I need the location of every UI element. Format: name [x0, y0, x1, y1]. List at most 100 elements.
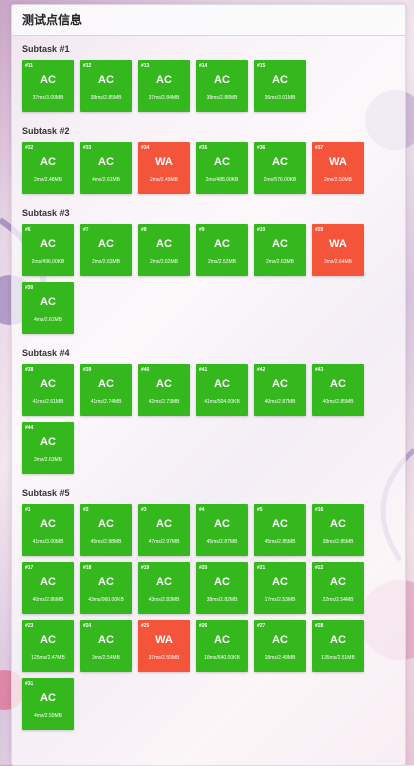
test-case-tile[interactable]: #20 AC 38ms/2.82MB [196, 562, 248, 614]
test-case-status: AC [98, 156, 114, 168]
test-case-tile[interactable]: #30 AC 4ms/2.61MB [22, 282, 74, 334]
test-case-time-memory: 41ms/3.00MB [32, 539, 64, 545]
test-case-id: #42 [257, 367, 266, 373]
test-case-tile[interactable]: #9 AC 2ms/2.52MB [196, 224, 248, 276]
test-case-tile[interactable]: #24 AC 3ms/2.54MB [80, 620, 132, 672]
test-case-time-memory: 40ms/2.85MB [322, 399, 354, 405]
test-case-tile[interactable]: #23 AC 125ms/2.47MB [22, 620, 74, 672]
test-case-tile[interactable]: #37 WA 2ms/2.50MB [312, 142, 364, 194]
test-case-id: #31 [25, 681, 34, 687]
test-case-tile[interactable]: #41 AC 41ms/504.00KB [196, 364, 248, 416]
test-case-id: #41 [199, 367, 208, 373]
test-case-id: #30 [25, 285, 34, 291]
test-case-id: #10 [257, 227, 266, 233]
test-case-status: AC [214, 634, 230, 646]
subtask-section: Subtask #2 #32 AC 2ms/2.48MB #33 AC 4ms/2.61MB… [22, 126, 405, 200]
test-case-id: #9 [199, 227, 205, 233]
test-case-tile[interactable]: #19 AC 43ms/2.83MB [138, 562, 190, 614]
test-case-time-memory: 38ms/2.85MB [322, 539, 354, 545]
test-case-time-memory: 37ms/2.84MB [148, 95, 180, 101]
test-case-time-memory: 45ms/2.88MB [90, 539, 122, 545]
subtask-section: Subtask #3 #6 AC 2ms/496.00KB #7 AC 2ms/2.63MB… [22, 208, 405, 340]
test-case-time-memory: 38ms/2.88MB [206, 95, 238, 101]
test-case-time-memory: 45ms/2.87MB [206, 539, 238, 545]
test-case-tile[interactable]: #2 AC 45ms/2.88MB [80, 504, 132, 556]
test-case-tile[interactable]: #6 AC 2ms/496.00KB [22, 224, 74, 276]
test-case-tile[interactable]: #36 AC 2ms/576.00KB [254, 142, 306, 194]
test-case-time-memory: 4ms/2.50MB [33, 713, 63, 719]
test-case-tile[interactable]: #40 AC 42ms/2.73MB [138, 364, 190, 416]
test-case-tile[interactable]: #43 AC 40ms/2.85MB [312, 364, 364, 416]
test-case-id: #39 [83, 367, 92, 373]
test-case-tile[interactable]: #28 AC 135ms/2.51MB [312, 620, 364, 672]
test-case-time-memory: 37ms/3.00MB [32, 95, 64, 101]
test-case-tile[interactable]: #22 AC 22ms/2.54MB [312, 562, 364, 614]
test-case-tile[interactable]: #12 AC 38ms/2.85MB [80, 60, 132, 112]
test-case-id: #13 [141, 63, 150, 69]
test-case-tile[interactable]: #32 AC 2ms/2.48MB [22, 142, 74, 194]
subtask-section: Subtask #5 #1 AC 41ms/3.00MB #2 AC 45ms/2.88MB… [22, 488, 405, 736]
test-case-status: AC [156, 378, 172, 390]
test-case-tile[interactable]: #4 AC 45ms/2.87MB [196, 504, 248, 556]
test-case-tile[interactable]: #44 AC 3ms/2.63MB [22, 422, 74, 474]
test-case-status: AC [98, 238, 114, 250]
test-case-tile[interactable]: #35 AC 2ms/488.00KB [196, 142, 248, 194]
test-case-tile[interactable]: #34 WA 2ms/2.49MB [138, 142, 190, 194]
test-case-tile[interactable]: #3 AC 47ms/2.97MB [138, 504, 190, 556]
test-case-tile[interactable]: #11 AC 37ms/3.00MB [22, 60, 74, 112]
test-case-id: #36 [257, 145, 266, 151]
test-case-tile[interactable]: #27 AC 18ms/2.49MB [254, 620, 306, 672]
test-case-status: AC [330, 518, 346, 530]
test-case-tile[interactable]: #15 AC 36ms/3.01MB [254, 60, 306, 112]
test-case-tile[interactable]: #1 AC 41ms/3.00MB [22, 504, 74, 556]
test-case-time-memory: 17ms/2.53MB [264, 597, 296, 603]
test-case-tile[interactable]: #8 AC 2ms/2.62MB [138, 224, 190, 276]
test-case-id: #8 [141, 227, 147, 233]
test-case-tile[interactable]: #26 AC 18ms/640.00KB [196, 620, 248, 672]
test-case-status: AC [330, 634, 346, 646]
test-case-time-memory: 2ms/576.00KB [263, 177, 297, 183]
test-case-id: #34 [141, 145, 150, 151]
test-case-id: #4 [199, 507, 205, 513]
subtask-title: Subtask #3 [22, 208, 70, 218]
test-case-tile[interactable]: #14 AC 38ms/2.88MB [196, 60, 248, 112]
test-case-tile[interactable]: #16 AC 38ms/2.85MB [312, 504, 364, 556]
test-case-time-memory: 47ms/2.97MB [148, 539, 180, 545]
test-case-tile[interactable]: #29 WA 3ms/2.64MB [312, 224, 364, 276]
test-case-id: #44 [25, 425, 34, 431]
test-case-status: AC [156, 74, 172, 86]
test-case-id: #14 [199, 63, 208, 69]
test-case-status: AC [214, 156, 230, 168]
test-case-id: #26 [199, 623, 208, 629]
subtask-title: Subtask #5 [22, 488, 70, 498]
test-case-time-memory: 18ms/640.00KB [204, 655, 240, 661]
test-case-status: AC [272, 518, 288, 530]
test-case-tile[interactable]: #21 AC 17ms/2.53MB [254, 562, 306, 614]
test-case-tile[interactable]: #10 AC 2ms/2.63MB [254, 224, 306, 276]
test-case-tile[interactable]: #33 AC 4ms/2.61MB [80, 142, 132, 194]
test-case-time-memory: 2ms/2.62MB [149, 259, 179, 265]
test-case-tile[interactable]: #5 AC 45ms/2.85MB [254, 504, 306, 556]
test-case-time-memory: 40ms/2.87MB [264, 399, 296, 405]
test-case-grid: #6 AC 2ms/496.00KB #7 AC 2ms/2.63MB #8 AC 2ms/2.… [22, 224, 382, 340]
test-case-tile[interactable]: #31 AC 4ms/2.50MB [22, 678, 74, 730]
test-case-tile[interactable]: #17 AC 40ms/2.86MB [22, 562, 74, 614]
test-case-tile[interactable]: #38 AC 41ms/2.61MB [22, 364, 74, 416]
test-case-tile[interactable]: #18 AC 43ms/960.00KB [80, 562, 132, 614]
test-case-status: AC [272, 156, 288, 168]
test-case-tile[interactable]: #13 AC 37ms/2.84MB [138, 60, 190, 112]
test-case-id: #20 [199, 565, 208, 571]
test-case-tile[interactable]: #25 WA 37ms/2.55MB [138, 620, 190, 672]
test-case-id: #24 [83, 623, 92, 629]
test-case-id: #11 [25, 63, 34, 69]
test-case-status: AC [214, 576, 230, 588]
test-case-id: #6 [25, 227, 31, 233]
test-case-grid: #11 AC 37ms/3.00MB #12 AC 38ms/2.85MB #13 AC 37m… [22, 60, 382, 118]
test-case-time-memory: 22ms/2.54MB [322, 597, 354, 603]
test-case-id: #38 [25, 367, 34, 373]
test-case-status: AC [98, 518, 114, 530]
test-case-tile[interactable]: #42 AC 40ms/2.87MB [254, 364, 306, 416]
test-case-tile[interactable]: #7 AC 2ms/2.63MB [80, 224, 132, 276]
test-case-id: #18 [83, 565, 92, 571]
test-case-tile[interactable]: #39 AC 41ms/2.74MB [80, 364, 132, 416]
